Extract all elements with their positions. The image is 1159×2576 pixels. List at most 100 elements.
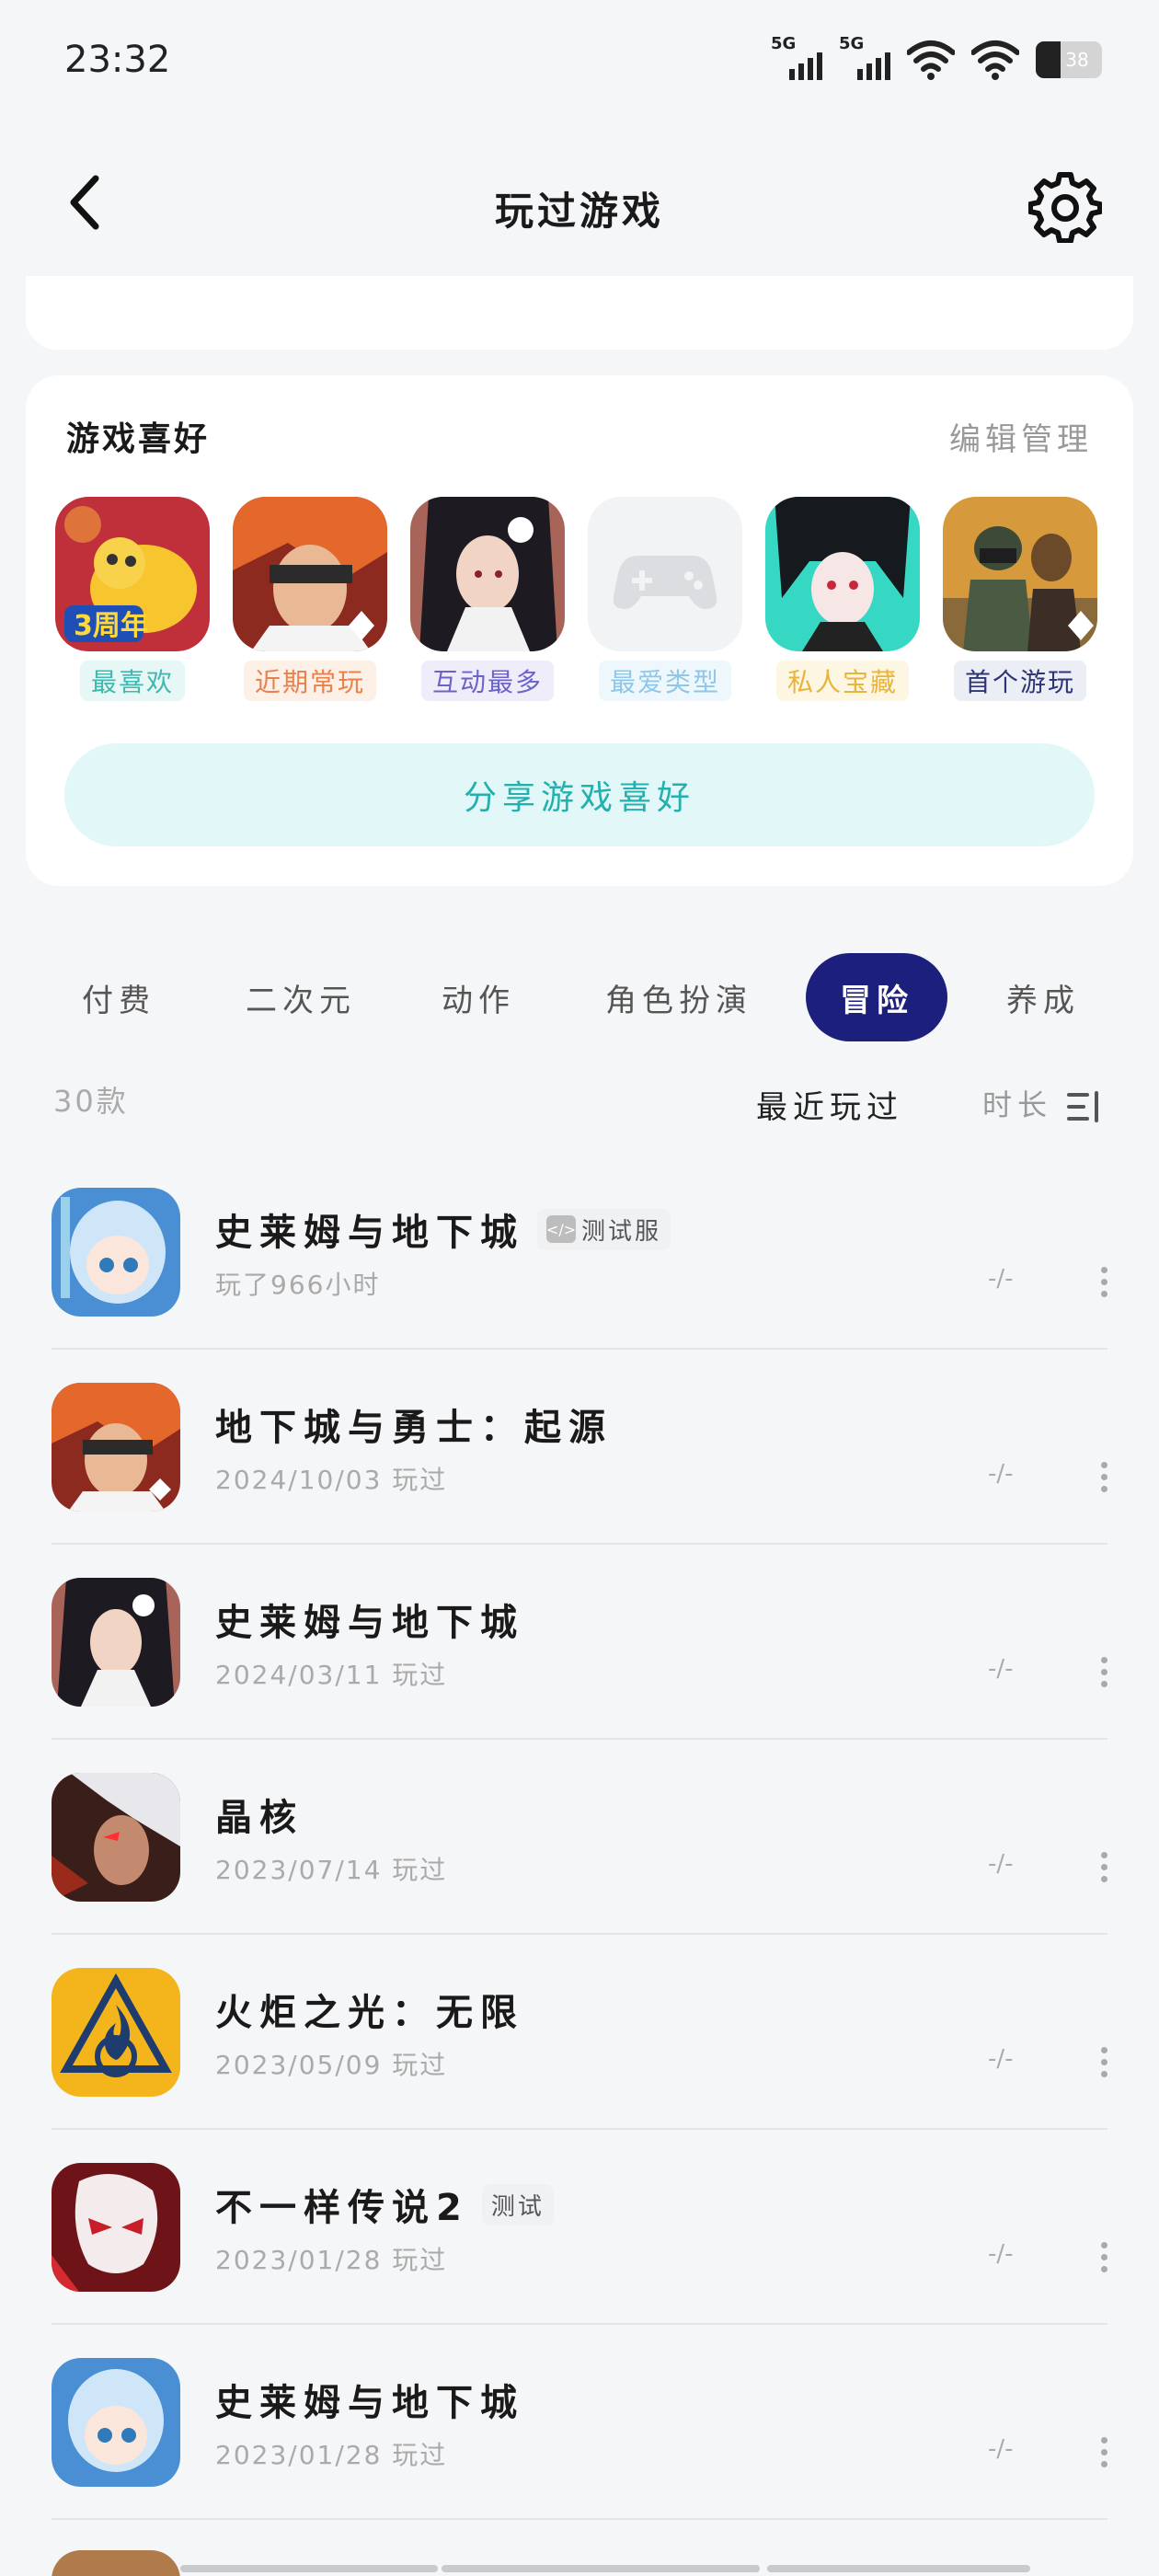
svg-text:3周年: 3周年 (74, 610, 148, 642)
cellular-signal-icon: 5G (839, 34, 890, 82)
more-icon[interactable] (1089, 2422, 1119, 2481)
cartoon-mascot-3-anniversary-icon: 3周年 (55, 497, 210, 651)
game-title: 地下城与勇士：起源 (215, 1407, 613, 1449)
sort-recent-button[interactable]: 最近玩过 (756, 1082, 903, 1127)
game-name: 史莱姆与地下城 (215, 2373, 524, 2426)
game-name: 晶核 (215, 1788, 304, 1841)
more-icon[interactable] (1089, 1642, 1119, 1701)
game-rating: -/- (988, 1850, 1014, 1878)
game-name: 不一样传说2 测试 (215, 2178, 554, 2231)
tab-adventure[interactable]: 冒险 (806, 953, 947, 1041)
wifi-icon (907, 40, 955, 80)
list-item[interactable]: 火炬之光：无限 2023/05/09 玩过 -/- (0, 1935, 1159, 2130)
preference-tag: 首个游玩 (953, 661, 1086, 701)
game-title: 史莱姆与地下城 (215, 1212, 524, 1254)
list-item[interactable]: 史莱姆与地下城 </> 测试服 玩了966小时 -/- (0, 1155, 1159, 1350)
game-last-played: 2023/05/09 玩过 (215, 2050, 448, 2080)
game-last-played: 2023/07/14 玩过 (215, 1855, 448, 1885)
preference-item[interactable]: 3周年 最喜欢 (55, 497, 210, 701)
preference-item[interactable]: 首个游玩 (943, 497, 1097, 701)
game-name: 史莱姆与地下城 </> 测试服 (215, 1202, 671, 1256)
tab-anime[interactable]: 二次元 (232, 953, 370, 1041)
game-name: 火炬之光：无限 (215, 1983, 524, 2036)
sort-duration-button[interactable]: 时长 (982, 1082, 1052, 1124)
sort-icon[interactable] (1067, 1091, 1100, 1122)
game-last-played: 2023/01/28 玩过 (215, 2245, 448, 2275)
cellular-signal-icon: 5G (771, 34, 822, 82)
gamepad-placeholder-icon (588, 497, 742, 651)
game-title: 史莱姆与地下城 (215, 2382, 524, 2424)
blue-hair-chibi-girl-icon (52, 2358, 180, 2487)
test-server-badge: </> 测试服 (537, 1208, 671, 1250)
list-item[interactable]: 地下城与勇士：起源 2024/10/03 玩过 -/- (0, 1350, 1159, 1545)
share-preferences-button[interactable]: 分享游戏喜好 (64, 743, 1095, 846)
preferences-row: 3周年 最喜欢 近期常玩 互动最多 最爱类型 私人宝藏 首个游玩 (55, 497, 1097, 701)
skeleton-bar (180, 2565, 438, 2572)
skeleton-bar (767, 2565, 1030, 2572)
divider (52, 2518, 1107, 2520)
list-item[interactable]: 史莱姆与地下城 2023/01/28 玩过 -/- (0, 2325, 1159, 2520)
game-title: 史莱姆与地下城 (215, 1602, 524, 1644)
game-last-played: 2024/03/11 玩过 (215, 1660, 448, 1690)
status-time: 23:32 (64, 39, 171, 81)
game-last-played: 2024/10/03 玩过 (215, 1465, 448, 1495)
game-rating: -/- (988, 2435, 1014, 2463)
game-rating: -/- (988, 1265, 1014, 1293)
more-icon[interactable] (1089, 1252, 1119, 1311)
dark-hair-girl-teal-icon (765, 497, 920, 651)
tab-rpg[interactable]: 角色扮演 (596, 953, 762, 1041)
status-icons: 5G 5G 38 (771, 34, 1102, 82)
edit-manage-button[interactable]: 编辑管理 (949, 414, 1093, 459)
nav-bar: 玩过游戏 (0, 156, 1159, 248)
tab-cultivation[interactable]: 养成 (988, 953, 1098, 1041)
preference-item[interactable]: 互动最多 (410, 497, 565, 701)
game-rating: -/- (988, 2045, 1014, 2073)
preference-tag: 最爱类型 (598, 661, 731, 701)
game-name: 史莱姆与地下城 (215, 1593, 524, 1646)
game-icon-partial (52, 2550, 180, 2576)
preference-tag: 私人宝藏 (775, 661, 909, 701)
list-item-partial (0, 2524, 1159, 2576)
gear-icon[interactable] (1028, 169, 1102, 243)
list-item[interactable]: 史莱姆与地下城 2024/03/11 玩过 -/- (0, 1545, 1159, 1740)
tab-action[interactable]: 动作 (423, 953, 534, 1041)
game-title: 不一样传说2 (215, 2187, 469, 2229)
game-playtime: 玩了966小时 (215, 1270, 381, 1300)
game-rating: -/- (988, 1460, 1014, 1488)
preference-item[interactable]: 最爱类型 (588, 497, 742, 701)
previous-card (26, 276, 1133, 350)
test-badge: 测试 (481, 2183, 554, 2225)
more-icon[interactable] (1089, 1837, 1119, 1896)
white-hair-warrior-icon (52, 1773, 180, 1902)
game-name: 地下城与勇士：起源 (215, 1397, 613, 1451)
more-icon[interactable] (1089, 2227, 1119, 2286)
battle-royale-soldiers-icon (943, 497, 1097, 651)
anime-girl-dark-hair-icon (52, 1578, 180, 1707)
preference-item[interactable]: 私人宝藏 (765, 497, 920, 701)
list-item[interactable]: 晶核 2023/07/14 玩过 -/- (0, 1740, 1159, 1935)
more-icon[interactable] (1089, 1447, 1119, 1506)
red-white-mask-icon (52, 2163, 180, 2292)
preferences-title: 游戏喜好 (66, 420, 211, 458)
game-preferences-card: 游戏喜好 编辑管理 3周年 最喜欢 近期常玩 互动最多 最爱类型 私人宝藏 首个… (26, 375, 1133, 886)
game-count: 30款 (53, 1084, 129, 1119)
code-icon: </> (546, 1215, 576, 1243)
status-bar: 23:32 5G 5G 38 (0, 0, 1159, 120)
more-icon[interactable] (1089, 2032, 1119, 2091)
list-item[interactable]: 不一样传说2 测试 2023/01/28 玩过 -/- (0, 2130, 1159, 2325)
game-rating: -/- (988, 2240, 1014, 2268)
skeleton-bar (442, 2565, 760, 2572)
tab-paid[interactable]: 付费 (59, 953, 178, 1041)
preference-tag: 最喜欢 (79, 661, 185, 701)
game-title: 晶核 (215, 1797, 304, 1839)
anime-girl-dark-hair-icon (410, 497, 565, 651)
preference-tag: 互动最多 (420, 661, 554, 701)
blue-hair-chibi-girl-icon (52, 1188, 180, 1317)
game-last-played: 2023/01/28 玩过 (215, 2440, 448, 2470)
game-rating: -/- (988, 1655, 1014, 1683)
battery-icon: 38 (1036, 41, 1102, 78)
warrior-red-hair-icon (233, 497, 387, 651)
preference-item[interactable]: 近期常玩 (233, 497, 387, 701)
flame-emblem-icon (52, 1968, 180, 2097)
category-tabs: 付费 二次元 动作 角色扮演 冒险 养成 (0, 953, 1159, 1041)
